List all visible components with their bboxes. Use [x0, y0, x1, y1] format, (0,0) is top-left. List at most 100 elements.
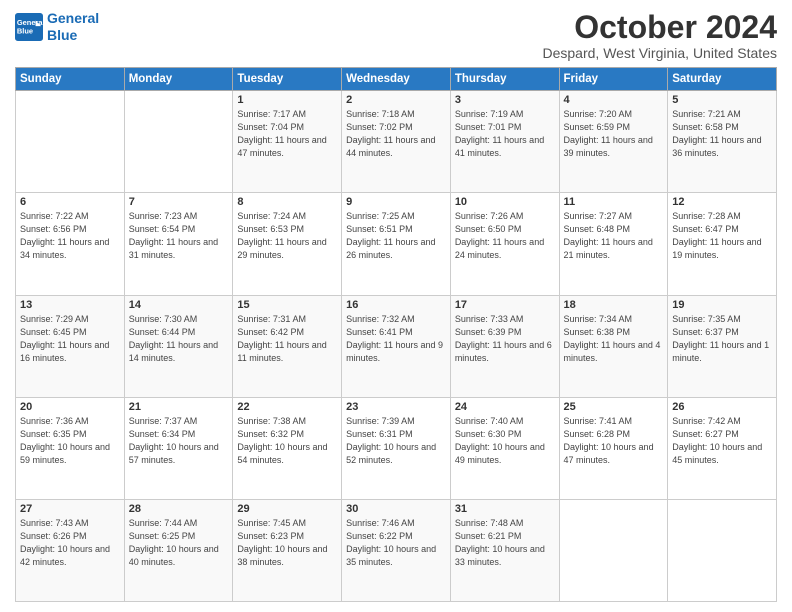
calendar-cell: 13Sunrise: 7:29 AM Sunset: 6:45 PM Dayli…	[16, 295, 125, 397]
day-number: 8	[237, 196, 337, 208]
day-info: Sunrise: 7:21 AM Sunset: 6:58 PM Dayligh…	[672, 108, 772, 160]
day-info: Sunrise: 7:19 AM Sunset: 7:01 PM Dayligh…	[455, 108, 555, 160]
day-info: Sunrise: 7:20 AM Sunset: 6:59 PM Dayligh…	[564, 108, 664, 160]
day-info: Sunrise: 7:35 AM Sunset: 6:37 PM Dayligh…	[672, 313, 772, 365]
day-info: Sunrise: 7:31 AM Sunset: 6:42 PM Dayligh…	[237, 313, 337, 365]
day-number: 9	[346, 196, 446, 208]
day-info: Sunrise: 7:23 AM Sunset: 6:54 PM Dayligh…	[129, 210, 229, 262]
day-number: 12	[672, 196, 772, 208]
calendar-header-monday: Monday	[124, 68, 233, 91]
calendar-cell: 9 Sunrise: 7:25 AM Sunset: 6:51 PM Daylig…	[342, 193, 451, 295]
calendar-table: SundayMondayTuesdayWednesdayThursdayFrid…	[15, 67, 777, 602]
day-info: Sunrise: 7:45 AM Sunset: 6:23 PM Dayligh…	[237, 517, 337, 569]
calendar-cell: 14 Sunrise: 7:30 AM Sunset: 6:44 PM Dayli…	[124, 295, 233, 397]
day-info: Sunrise: 7:34 AM Sunset: 6:38 PM Dayligh…	[564, 313, 664, 365]
calendar-cell: 29 Sunrise: 7:45 AM Sunset: 6:23 PM Dayli…	[233, 499, 342, 601]
calendar-cell: 2 Sunrise: 7:18 AM Sunset: 7:02 PM Daylig…	[342, 91, 451, 193]
day-info: Sunrise: 7:25 AM Sunset: 6:51 PM Dayligh…	[346, 210, 446, 262]
day-number: 2	[346, 94, 446, 106]
calendar-header-tuesday: Tuesday	[233, 68, 342, 91]
day-number: 27	[20, 503, 120, 515]
logo-icon: General Blue	[15, 13, 43, 41]
day-number: 10	[455, 196, 555, 208]
page: General Blue General Blue October 2024 D…	[0, 0, 792, 612]
subtitle: Despard, West Virginia, United States	[543, 45, 778, 61]
day-info: Sunrise: 7:43 AM Sunset: 6:26 PM Dayligh…	[20, 517, 120, 569]
day-number: 4	[564, 94, 664, 106]
day-info: Sunrise: 7:39 AM Sunset: 6:31 PM Dayligh…	[346, 415, 446, 467]
calendar-header-wednesday: Wednesday	[342, 68, 451, 91]
calendar-week-3: 13Sunrise: 7:29 AM Sunset: 6:45 PM Dayli…	[16, 295, 777, 397]
day-info: Sunrise: 7:42 AM Sunset: 6:27 PM Dayligh…	[672, 415, 772, 467]
day-number: 14	[129, 299, 229, 311]
day-info: Sunrise: 7:32 AM Sunset: 6:41 PM Dayligh…	[346, 313, 446, 365]
day-number: 19	[672, 299, 772, 311]
calendar-cell: 20 Sunrise: 7:36 AM Sunset: 6:35 PM Dayli…	[16, 397, 125, 499]
day-info: Sunrise: 7:17 AM Sunset: 7:04 PM Dayligh…	[237, 108, 337, 160]
day-number: 22	[237, 401, 337, 413]
calendar-cell: 15 Sunrise: 7:31 AM Sunset: 6:42 PM Dayli…	[233, 295, 342, 397]
calendar-cell	[668, 499, 777, 601]
logo-line2: Blue	[47, 27, 77, 43]
calendar-cell: 4 Sunrise: 7:20 AM Sunset: 6:59 PM Daylig…	[559, 91, 668, 193]
calendar-week-2: 6 Sunrise: 7:22 AM Sunset: 6:56 PM Daylig…	[16, 193, 777, 295]
day-info: Sunrise: 7:27 AM Sunset: 6:48 PM Dayligh…	[564, 210, 664, 262]
day-info: Sunrise: 7:22 AM Sunset: 6:56 PM Dayligh…	[20, 210, 120, 262]
day-info: Sunrise: 7:36 AM Sunset: 6:35 PM Dayligh…	[20, 415, 120, 467]
calendar-cell: 1 Sunrise: 7:17 AM Sunset: 7:04 PM Daylig…	[233, 91, 342, 193]
calendar-cell: 19 Sunrise: 7:35 AM Sunset: 6:37 PM Dayli…	[668, 295, 777, 397]
calendar-cell: 31Sunrise: 7:48 AM Sunset: 6:21 PM Dayli…	[450, 499, 559, 601]
header: General Blue General Blue October 2024 D…	[15, 10, 777, 61]
day-info: Sunrise: 7:37 AM Sunset: 6:34 PM Dayligh…	[129, 415, 229, 467]
calendar-cell: 23 Sunrise: 7:39 AM Sunset: 6:31 PM Dayli…	[342, 397, 451, 499]
day-info: Sunrise: 7:24 AM Sunset: 6:53 PM Dayligh…	[237, 210, 337, 262]
day-number: 6	[20, 196, 120, 208]
calendar-cell: 8 Sunrise: 7:24 AM Sunset: 6:53 PM Daylig…	[233, 193, 342, 295]
day-number: 7	[129, 196, 229, 208]
day-number: 3	[455, 94, 555, 106]
calendar-cell: 16 Sunrise: 7:32 AM Sunset: 6:41 PM Dayli…	[342, 295, 451, 397]
day-number: 24	[455, 401, 555, 413]
day-info: Sunrise: 7:18 AM Sunset: 7:02 PM Dayligh…	[346, 108, 446, 160]
day-number: 11	[564, 196, 664, 208]
day-number: 16	[346, 299, 446, 311]
day-number: 17	[455, 299, 555, 311]
calendar-week-1: 1 Sunrise: 7:17 AM Sunset: 7:04 PM Daylig…	[16, 91, 777, 193]
day-number: 25	[564, 401, 664, 413]
svg-text:Blue: Blue	[17, 26, 33, 35]
day-info: Sunrise: 7:38 AM Sunset: 6:32 PM Dayligh…	[237, 415, 337, 467]
day-info: Sunrise: 7:44 AM Sunset: 6:25 PM Dayligh…	[129, 517, 229, 569]
day-info: Sunrise: 7:40 AM Sunset: 6:30 PM Dayligh…	[455, 415, 555, 467]
calendar-cell	[559, 499, 668, 601]
calendar-week-4: 20 Sunrise: 7:36 AM Sunset: 6:35 PM Dayli…	[16, 397, 777, 499]
day-number: 1	[237, 94, 337, 106]
day-info: Sunrise: 7:48 AM Sunset: 6:21 PM Dayligh…	[455, 517, 555, 569]
logo-line1: General	[47, 10, 99, 26]
day-number: 30	[346, 503, 446, 515]
calendar-header-friday: Friday	[559, 68, 668, 91]
day-info: Sunrise: 7:26 AM Sunset: 6:50 PM Dayligh…	[455, 210, 555, 262]
calendar-cell: 30 Sunrise: 7:46 AM Sunset: 6:22 PM Dayli…	[342, 499, 451, 601]
calendar-cell: 22 Sunrise: 7:38 AM Sunset: 6:32 PM Dayli…	[233, 397, 342, 499]
logo-text: General Blue	[47, 10, 99, 44]
day-info: Sunrise: 7:46 AM Sunset: 6:22 PM Dayligh…	[346, 517, 446, 569]
day-number: 29	[237, 503, 337, 515]
day-info: Sunrise: 7:33 AM Sunset: 6:39 PM Dayligh…	[455, 313, 555, 365]
calendar-header-saturday: Saturday	[668, 68, 777, 91]
day-number: 28	[129, 503, 229, 515]
title-section: October 2024 Despard, West Virginia, Uni…	[543, 10, 778, 61]
calendar-cell: 3 Sunrise: 7:19 AM Sunset: 7:01 PM Daylig…	[450, 91, 559, 193]
calendar-header-sunday: Sunday	[16, 68, 125, 91]
day-number: 15	[237, 299, 337, 311]
calendar-cell: 17 Sunrise: 7:33 AM Sunset: 6:39 PM Dayli…	[450, 295, 559, 397]
day-number: 23	[346, 401, 446, 413]
calendar-cell: 28 Sunrise: 7:44 AM Sunset: 6:25 PM Dayli…	[124, 499, 233, 601]
day-info: Sunrise: 7:30 AM Sunset: 6:44 PM Dayligh…	[129, 313, 229, 365]
day-number: 13	[20, 299, 120, 311]
day-number: 21	[129, 401, 229, 413]
day-number: 20	[20, 401, 120, 413]
calendar-header-row: SundayMondayTuesdayWednesdayThursdayFrid…	[16, 68, 777, 91]
calendar-cell: 10 Sunrise: 7:26 AM Sunset: 6:50 PM Dayli…	[450, 193, 559, 295]
calendar-cell: 5Sunrise: 7:21 AM Sunset: 6:58 PM Daylig…	[668, 91, 777, 193]
main-title: October 2024	[543, 10, 778, 45]
